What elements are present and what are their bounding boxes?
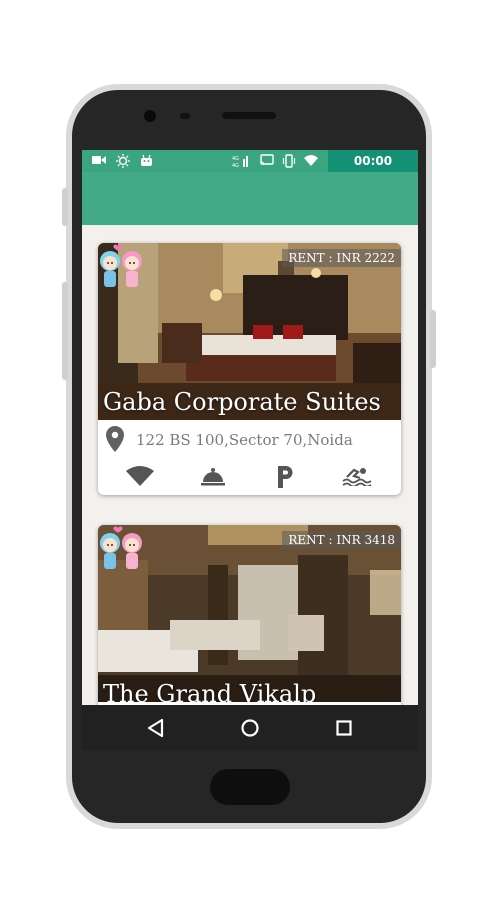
android-icon <box>141 154 152 166</box>
listing-photo: RENT : INR 2222 Gaba Corporate Suites <box>98 243 401 420</box>
hotel-name: The Grand Vikalp <box>103 680 317 702</box>
listing-photo: RENT : INR 3418 The Grand Vikalp <box>98 525 401 702</box>
wifi-icon <box>126 466 154 486</box>
vibrate-icon <box>282 154 296 168</box>
wifi-icon <box>304 155 318 166</box>
parking-icon <box>278 466 293 488</box>
system-nav-bar <box>82 705 418 750</box>
listing-list[interactable]: RENT : INR 2222 Gaba Corporate Suites 12… <box>82 225 418 705</box>
brightness-icon <box>116 154 130 168</box>
status-clock: 00:00 <box>328 150 418 172</box>
hardware-home-button[interactable] <box>210 769 290 805</box>
pool-icon <box>342 468 372 486</box>
hotel-name: Gaba Corporate Suites <box>103 388 381 416</box>
svg-text:4G: 4G <box>232 163 239 168</box>
phone-side-button <box>430 310 436 368</box>
front-camera <box>144 110 156 122</box>
couple-sticker-icon <box>100 244 142 287</box>
screencast-icon <box>260 154 274 166</box>
status-bar: 4G 4G 00:00 <box>82 150 418 172</box>
phone-side-button <box>62 188 68 226</box>
location-pin-icon <box>106 426 124 452</box>
video-camera-icon <box>92 156 106 164</box>
app-toolbar <box>82 172 418 225</box>
proximity-sensor <box>180 113 190 119</box>
room-service-icon <box>201 468 225 486</box>
screen: 4G 4G 00:00 RENT: INR 2222 Gaba Corpora… <box>82 150 418 750</box>
rent-badge: RENT : INR 3418 <box>282 531 401 549</box>
hotel-address: 122 BS 100,Sector 70,Noida <box>136 431 353 449</box>
listing-card[interactable]: RENT : INR 2222 Gaba Corporate Suites 12… <box>98 243 401 495</box>
address-row: 122 BS 100,Sector 70,Noida <box>98 423 401 459</box>
listing-card[interactable]: RENT : INR 3418 The Grand Vikalp <box>98 525 401 705</box>
svg-text:4G: 4G <box>232 156 239 162</box>
signal-icon: 4G4G <box>232 156 248 168</box>
recents-icon[interactable] <box>330 714 358 742</box>
back-icon[interactable] <box>142 714 170 742</box>
amenities-row <box>98 463 401 493</box>
earpiece-speaker <box>222 112 276 119</box>
rent-badge: RENT : INR 2222 <box>282 249 401 267</box>
couple-sticker-icon <box>100 526 142 569</box>
home-icon[interactable] <box>236 714 264 742</box>
phone-side-button <box>62 282 68 380</box>
